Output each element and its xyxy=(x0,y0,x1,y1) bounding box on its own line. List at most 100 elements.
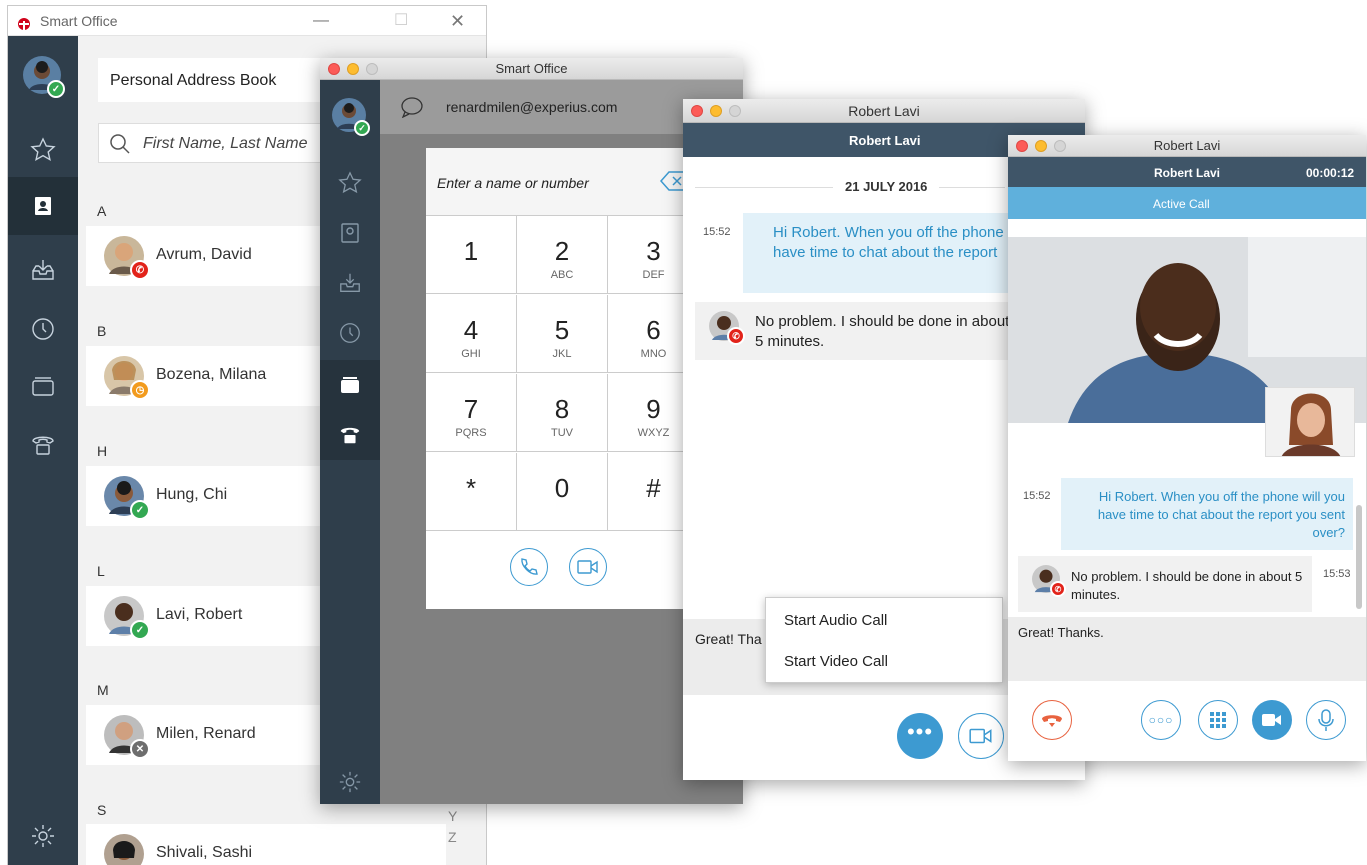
zoom-button[interactable] xyxy=(1054,140,1066,152)
contact-avatar: ✕ xyxy=(104,715,150,759)
app-logo-icon xyxy=(16,13,32,31)
conference-icon[interactable] xyxy=(320,360,380,410)
dial-key[interactable]: 5 JKL xyxy=(517,295,608,373)
dialpad-icon[interactable] xyxy=(320,410,380,460)
user-avatar[interactable]: ✓ xyxy=(332,98,370,136)
video-camera-icon xyxy=(577,560,598,574)
hang-up-button[interactable] xyxy=(1032,700,1072,740)
contacts-icon[interactable] xyxy=(320,208,380,258)
video-toggle-button[interactable] xyxy=(1252,700,1292,740)
minimize-button[interactable]: — xyxy=(313,6,329,36)
busy-status-icon: ✆ xyxy=(130,260,150,280)
minimize-button[interactable] xyxy=(710,105,722,117)
contact-name: Hung, Chi xyxy=(156,486,228,503)
sent-message: Hi Robert. When you off the phone will y… xyxy=(1061,478,1353,550)
video-camera-icon xyxy=(969,728,992,744)
settings-icon[interactable] xyxy=(8,816,78,856)
message-time: 15:52 xyxy=(1023,490,1051,502)
call-timer: 00:00:12 xyxy=(1306,166,1355,180)
favorites-icon[interactable] xyxy=(320,158,380,208)
available-status-icon: ✓ xyxy=(47,80,65,98)
search-icon xyxy=(109,133,131,160)
address-book-selector[interactable]: Personal Address Book xyxy=(98,58,338,102)
dial-key[interactable]: 1 xyxy=(426,216,517,294)
titlebar: Smart Office xyxy=(320,58,743,80)
contact-avatar: ✓ xyxy=(104,596,150,640)
contact-row[interactable]: Shivali, Sashi xyxy=(86,824,446,865)
sent-message: Hi Robert. When you off the phone have t… xyxy=(743,213,1011,293)
contact-name: Milen, Renard xyxy=(156,725,256,742)
dialpad-button[interactable] xyxy=(1198,700,1238,740)
dial-key[interactable]: 8 TUV xyxy=(517,374,608,452)
contact-avatar: ✆ xyxy=(104,236,150,280)
inbox-icon[interactable] xyxy=(8,241,78,299)
section-letter: S xyxy=(97,802,107,818)
video-call-button[interactable] xyxy=(958,713,1004,759)
busy-status-icon: ✆ xyxy=(1050,581,1066,597)
away-status-icon: ◷ xyxy=(130,380,150,400)
history-icon[interactable] xyxy=(320,308,380,358)
alpha-index-z[interactable]: Z xyxy=(448,829,457,845)
section-letter: L xyxy=(97,563,105,579)
section-letter: M xyxy=(97,682,109,698)
audio-call-button[interactable] xyxy=(510,548,548,586)
maximize-button[interactable]: ☐ xyxy=(394,6,408,36)
dial-key[interactable]: 4 GHI xyxy=(426,295,517,373)
close-button[interactable] xyxy=(328,63,340,75)
self-video xyxy=(1265,387,1355,457)
minimize-button[interactable] xyxy=(347,63,359,75)
close-button[interactable] xyxy=(691,105,703,117)
dial-key[interactable]: 0 xyxy=(517,453,608,531)
mute-button[interactable] xyxy=(1306,700,1346,740)
user-avatar[interactable]: ✓ xyxy=(23,56,65,98)
video-call-button[interactable] xyxy=(569,548,607,586)
minimize-button[interactable] xyxy=(1035,140,1047,152)
window-title: Robert Lavi xyxy=(848,103,920,119)
zoom-button[interactable] xyxy=(366,63,378,75)
dialpad-icon[interactable] xyxy=(8,416,78,474)
sidebar: ✓ xyxy=(8,36,78,865)
sidebar: ✓ xyxy=(320,80,380,804)
favorites-icon[interactable] xyxy=(8,123,78,177)
active-call-window: Robert Lavi Robert Lavi 00:00:12 Active … xyxy=(1008,135,1366,761)
conference-icon[interactable] xyxy=(8,358,78,416)
window-title: Smart Office xyxy=(495,61,568,76)
alpha-index-y[interactable]: Y xyxy=(448,808,457,824)
available-status-icon: ✓ xyxy=(130,620,150,640)
start-video-call-item[interactable]: Start Video Call xyxy=(784,653,888,670)
video-camera-icon xyxy=(1262,714,1281,726)
more-options-button[interactable]: ○○○ xyxy=(1141,700,1181,740)
dial-key[interactable]: 2 ABC xyxy=(517,216,608,294)
dial-key[interactable]: 7 PQRS xyxy=(426,374,517,452)
close-button[interactable]: ✕ xyxy=(450,6,465,36)
contact-avatar: ◷ xyxy=(104,356,150,400)
contact-name: Shivali, Sashi xyxy=(156,844,253,861)
inbox-icon[interactable] xyxy=(320,258,380,308)
titlebar: Smart Office — ☐ ✕ xyxy=(8,6,486,36)
contact-name: Avrum, David xyxy=(156,246,252,263)
history-icon[interactable] xyxy=(8,300,78,358)
zoom-button[interactable] xyxy=(729,105,741,117)
microphone-icon xyxy=(1318,709,1334,731)
available-status-icon: ✓ xyxy=(354,120,370,136)
dial-key[interactable]: * xyxy=(426,453,517,531)
close-button[interactable] xyxy=(1016,140,1028,152)
more-options-button[interactable]: ••• xyxy=(897,713,943,759)
titlebar: Robert Lavi xyxy=(683,99,1085,123)
scrollbar[interactable] xyxy=(1356,505,1362,609)
contact-avatar xyxy=(104,834,144,865)
available-status-icon: ✓ xyxy=(130,500,150,520)
contact-name: Bozena, Milana xyxy=(156,366,267,383)
start-audio-call-item[interactable]: Start Audio Call xyxy=(784,612,887,629)
section-letter: H xyxy=(97,443,108,459)
contact-avatar: ✆ xyxy=(709,311,745,345)
contacts-icon[interactable] xyxy=(8,177,78,235)
offline-status-icon: ✕ xyxy=(130,739,150,759)
window-title: Robert Lavi xyxy=(1153,138,1221,153)
contact-avatar: ✓ xyxy=(104,476,150,520)
settings-icon[interactable] xyxy=(320,762,380,802)
search-input[interactable]: First Name, Last Name xyxy=(98,123,338,163)
compose-area[interactable]: Great! Thanks. xyxy=(1008,617,1366,681)
titlebar: Robert Lavi xyxy=(1008,135,1366,157)
hang-up-icon xyxy=(1042,715,1062,727)
